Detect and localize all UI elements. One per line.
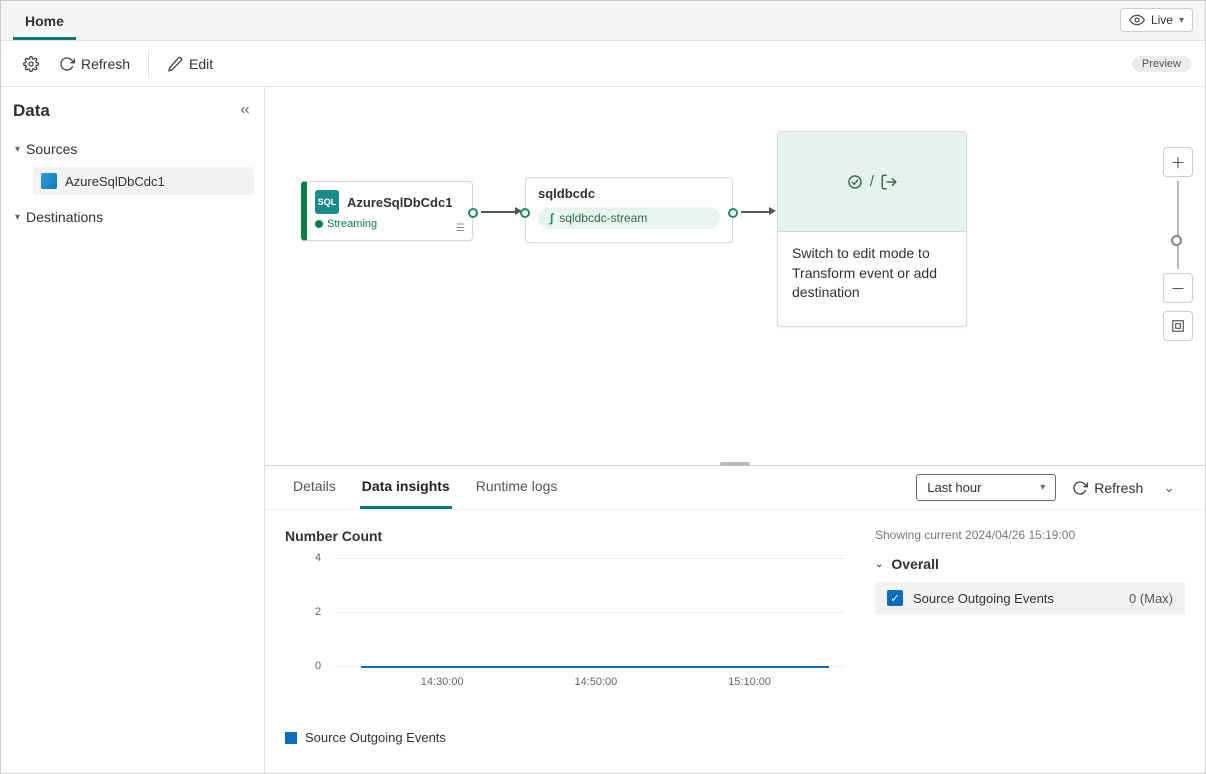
zoom-out-button[interactable]: － bbox=[1163, 273, 1193, 303]
sql-db-icon bbox=[41, 173, 57, 189]
sql-source-icon: SQL bbox=[315, 190, 339, 214]
sidebar-title: Data bbox=[11, 101, 254, 121]
refresh-button[interactable]: Refresh bbox=[51, 50, 138, 78]
metric-checkbox[interactable]: ✓ bbox=[887, 590, 903, 606]
stream-node-title: sqldbcdc bbox=[538, 186, 720, 201]
stream-chip-label: sqldbcdc-stream bbox=[559, 211, 647, 225]
chevron-down-icon: ▾ bbox=[1179, 15, 1184, 26]
metric-value: 0 (Max) bbox=[1129, 591, 1173, 606]
y-tick-label: 2 bbox=[315, 606, 321, 618]
legend-swatch bbox=[285, 732, 297, 744]
x-tick-label: 14:50:00 bbox=[574, 676, 617, 688]
chart-legend: Source Outgoing Events bbox=[285, 730, 855, 745]
panel-collapse-button[interactable]: ⌄ bbox=[1159, 475, 1179, 500]
collapse-sidebar-button[interactable] bbox=[238, 103, 252, 120]
status-dot-icon bbox=[315, 220, 323, 228]
chart-title: Number Count bbox=[285, 528, 855, 544]
connector-line bbox=[741, 211, 771, 213]
canvas-area[interactable]: SQL AzureSqlDbCdc1 Streaming ☰ s bbox=[265, 87, 1205, 465]
zoom-slider-track[interactable] bbox=[1177, 181, 1179, 269]
metrics-column: Showing current 2024/04/26 15:19:00 ⌄ Ov… bbox=[875, 528, 1185, 755]
sources-label: Sources bbox=[26, 141, 77, 157]
output-port[interactable] bbox=[728, 208, 738, 218]
refresh-icon bbox=[59, 56, 75, 72]
source-node-status: Streaming bbox=[327, 218, 377, 230]
metric-row[interactable]: ✓ Source Outgoing Events 0 (Max) bbox=[875, 582, 1185, 614]
toolbar: Refresh Edit Preview bbox=[1, 41, 1205, 87]
panel-refresh-button[interactable]: Refresh bbox=[1070, 476, 1145, 500]
y-tick-label: 4 bbox=[315, 552, 321, 564]
fit-icon bbox=[1171, 319, 1185, 333]
action-placeholder-node[interactable]: / Switch to edit mode to Transform event… bbox=[777, 131, 967, 327]
double-chevron-left-icon bbox=[238, 103, 252, 117]
tab-details[interactable]: Details bbox=[291, 466, 338, 509]
stream-icon: ∫ bbox=[550, 211, 553, 225]
preview-badge: Preview bbox=[1132, 56, 1191, 72]
zoom-controls: ＋ － bbox=[1163, 147, 1193, 341]
stream-node[interactable]: sqldbcdc ∫ sqldbcdc-stream bbox=[525, 177, 733, 243]
arrow-head-icon bbox=[769, 207, 776, 215]
zoom-in-button[interactable]: ＋ bbox=[1163, 147, 1193, 177]
live-label: Live bbox=[1151, 13, 1173, 27]
source-item-label: AzureSqlDbCdc1 bbox=[65, 174, 165, 189]
refresh-label: Refresh bbox=[81, 56, 130, 72]
workspace: SQL AzureSqlDbCdc1 Streaming ☰ s bbox=[265, 87, 1205, 773]
align-icon: ☰ bbox=[456, 223, 464, 234]
metric-name: Source Outgoing Events bbox=[913, 591, 1054, 606]
fit-to-screen-button[interactable] bbox=[1163, 311, 1193, 341]
destinations-tree-header[interactable]: ▾ Destinations bbox=[11, 203, 254, 231]
chevron-down-icon: ▾ bbox=[15, 212, 20, 223]
tab-data-insights[interactable]: Data insights bbox=[360, 466, 452, 509]
source-node-title: AzureSqlDbCdc1 bbox=[347, 195, 452, 210]
top-tab-bar: Home Live ▾ bbox=[1, 1, 1205, 41]
transform-icon bbox=[846, 173, 864, 191]
output-port[interactable] bbox=[468, 208, 478, 218]
tab-runtime-logs[interactable]: Runtime logs bbox=[474, 466, 560, 509]
zoom-slider-thumb[interactable] bbox=[1171, 235, 1182, 246]
edit-label: Edit bbox=[189, 56, 213, 72]
showing-timestamp: Showing current 2024/04/26 15:19:00 bbox=[875, 528, 1185, 542]
series-line bbox=[361, 666, 829, 668]
chart-column: Number Count 4 2 0 14:30:00 14:50:00 15:… bbox=[285, 528, 855, 755]
source-node[interactable]: SQL AzureSqlDbCdc1 Streaming ☰ bbox=[301, 181, 473, 241]
refresh-icon bbox=[1072, 480, 1088, 496]
settings-button[interactable] bbox=[15, 50, 47, 78]
sources-tree-header[interactable]: ▾ Sources bbox=[11, 135, 254, 163]
overall-toggle[interactable]: ⌄ Overall bbox=[875, 552, 1185, 576]
panel-tab-bar: Details Data insights Runtime logs Last … bbox=[265, 466, 1205, 510]
tab-home[interactable]: Home bbox=[13, 3, 76, 40]
sidebar-source-item[interactable]: AzureSqlDbCdc1 bbox=[33, 167, 254, 195]
edit-button[interactable]: Edit bbox=[159, 50, 221, 78]
x-tick-label: 15:10:00 bbox=[728, 676, 771, 688]
destinations-label: Destinations bbox=[26, 209, 103, 225]
slash-separator: / bbox=[870, 173, 874, 190]
chevron-down-icon: ⌄ bbox=[875, 559, 883, 570]
data-sidebar: Data ▾ Sources AzureSqlDbCdc1 ▾ Destinat… bbox=[1, 87, 265, 773]
time-range-dropdown[interactable]: Last hour ▾ bbox=[916, 474, 1056, 501]
gear-icon bbox=[23, 56, 39, 72]
chart-plot-area: 4 2 0 14:30:00 14:50:00 15:10:00 bbox=[315, 552, 845, 702]
stream-chip[interactable]: ∫ sqldbcdc-stream bbox=[538, 207, 720, 229]
toolbar-divider bbox=[148, 51, 149, 77]
action-icons-area: / bbox=[778, 132, 966, 232]
input-port[interactable] bbox=[520, 208, 530, 218]
overall-label: Overall bbox=[891, 556, 938, 572]
bottom-panel: Details Data insights Runtime logs Last … bbox=[265, 465, 1205, 773]
chevron-down-icon: ⌄ bbox=[1163, 479, 1175, 495]
chevron-down-icon: ▾ bbox=[1040, 482, 1045, 493]
eye-icon bbox=[1129, 12, 1145, 28]
time-range-value: Last hour bbox=[927, 480, 981, 495]
y-tick-label: 0 bbox=[315, 660, 321, 672]
legend-label: Source Outgoing Events bbox=[305, 730, 446, 745]
chevron-down-icon: ▾ bbox=[15, 144, 20, 155]
destination-exit-icon bbox=[880, 173, 898, 191]
edit-icon bbox=[167, 56, 183, 72]
live-mode-dropdown[interactable]: Live ▾ bbox=[1120, 8, 1193, 32]
x-tick-label: 14:30:00 bbox=[421, 676, 464, 688]
connector-line bbox=[481, 211, 517, 213]
panel-resize-handle[interactable] bbox=[720, 462, 750, 466]
action-hint-text: Switch to edit mode to Transform event o… bbox=[778, 232, 966, 315]
panel-refresh-label: Refresh bbox=[1094, 480, 1143, 496]
